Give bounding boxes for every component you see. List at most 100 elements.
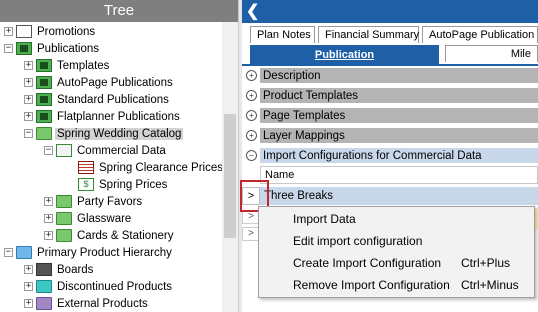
tree-node-flatplanner-publications[interactable]: + Flatplanner Publications (24, 108, 182, 125)
section-label: Page Templates (263, 109, 346, 122)
tree-node-label: Templates (57, 59, 110, 72)
expand-icon[interactable]: + (44, 197, 53, 206)
collapse-icon[interactable]: − (4, 248, 13, 257)
tree-node-promotions[interactable]: + Promotions (4, 23, 97, 40)
publication-icon (36, 76, 52, 89)
collapse-icon[interactable]: − (4, 44, 13, 53)
tab-underline (242, 64, 538, 66)
tree-node-glassware[interactable]: + Glassware (44, 210, 133, 227)
tree-node-primary-product-hierarchy[interactable]: − Primary Product Hierarchy (4, 244, 174, 261)
tab-autopage-publication[interactable]: AutoPage Publication I (422, 26, 538, 43)
expand-section-icon[interactable]: + (246, 110, 257, 121)
collapse-section-icon[interactable]: − (246, 150, 257, 161)
publication-icon (36, 93, 52, 106)
tab-financial-summary[interactable]: Financial Summary (318, 26, 419, 43)
table-row[interactable]: > Three Breaks (242, 187, 538, 205)
tab-plan-notes[interactable]: Plan Notes (250, 26, 315, 43)
section-label: Layer Mappings (263, 129, 345, 142)
menu-item-label: Edit import configuration (293, 234, 423, 248)
tree-node-autopage-publications[interactable]: + AutoPage Publications (24, 74, 175, 91)
tree-node-label: Cards & Stationery (77, 229, 174, 242)
menu-item-shortcut: Ctrl+Minus (461, 278, 519, 292)
tree-node-templates[interactable]: + Templates (24, 57, 111, 74)
tree-node-publications[interactable]: − Publications (4, 40, 101, 57)
collapse-icon[interactable]: − (44, 146, 53, 155)
expand-section-icon[interactable]: + (246, 130, 257, 141)
spreadsheet-icon (78, 161, 94, 174)
folder-icon (56, 195, 72, 208)
tab-label: AutoPage Publication I (429, 29, 538, 41)
section-description[interactable]: + Description (242, 67, 538, 84)
tree-node-label: Promotions (37, 25, 96, 38)
section-import-configurations[interactable]: − Import Configurations for Commercial D… (242, 147, 538, 164)
tree-node-label: Primary Product Hierarchy (37, 246, 172, 259)
publication-icon (36, 110, 52, 123)
section-layer-mappings[interactable]: + Layer Mappings (242, 127, 538, 144)
tree-node-spring-prices[interactable]: $ Spring Prices (78, 176, 169, 193)
folder-icon (56, 229, 72, 242)
menu-item-edit-import-configuration[interactable]: Edit import configuration (259, 230, 534, 252)
expand-icon[interactable]: + (44, 214, 53, 223)
tree-node-label: Commercial Data (77, 144, 166, 157)
tree-node-label: Party Favors (77, 195, 143, 208)
tree-panel: Tree + Promotions − Publications + Templ… (0, 0, 238, 312)
folder-icon (36, 297, 52, 310)
folder-icon (36, 280, 52, 293)
tree-node-standard-publications[interactable]: + Standard Publications (24, 91, 171, 108)
expand-section-icon[interactable]: + (246, 90, 257, 101)
tab-label: Financial Summary (325, 29, 420, 41)
context-menu: Import Data Edit import configuration Cr… (258, 206, 535, 298)
expand-icon[interactable]: + (24, 95, 33, 104)
expand-icon[interactable]: + (24, 265, 33, 274)
tab-mile[interactable]: Mile (445, 45, 538, 62)
expand-icon[interactable]: + (24, 78, 33, 87)
expand-icon[interactable]: + (24, 299, 33, 308)
expand-section-icon[interactable]: + (246, 70, 257, 81)
tree-node-label: Spring Wedding Catalog (55, 127, 184, 140)
tree-node-discontinued-products[interactable]: + Discontinued Products (24, 278, 174, 295)
tree-node-label: Discontinued Products (57, 280, 173, 293)
price-list-icon: $ (78, 178, 94, 191)
detail-header: ❮ (242, 0, 538, 23)
publication-icon (16, 42, 32, 55)
menu-item-import-data[interactable]: Import Data (259, 208, 534, 230)
expand-icon[interactable]: + (4, 27, 13, 36)
tree-title: Tree (0, 0, 238, 22)
tree-node-party-favors[interactable]: + Party Favors (44, 193, 144, 210)
section-product-templates[interactable]: + Product Templates (242, 87, 538, 104)
tab-publication[interactable]: Publication (250, 45, 439, 64)
expand-icon[interactable]: + (24, 282, 33, 291)
section-label: Import Configurations for Commercial Dat… (263, 149, 482, 162)
commercial-data-icon (56, 144, 72, 157)
tree-node-label: External Products (57, 297, 148, 310)
menu-item-label: Import Data (293, 212, 356, 226)
expand-icon[interactable]: + (44, 231, 53, 240)
column-header-name[interactable]: Name (260, 166, 538, 184)
tree-node-cards-stationery[interactable]: + Cards & Stationery (44, 227, 176, 244)
tree-node-spring-clearance-prices[interactable]: Spring Clearance Prices (78, 159, 225, 176)
menu-item-remove-import-configuration[interactable]: Remove Import Configuration Ctrl+Minus (259, 274, 534, 296)
scrollbar-thumb[interactable] (224, 114, 236, 238)
collapse-icon[interactable]: − (24, 129, 33, 138)
expand-icon[interactable]: + (24, 112, 33, 121)
tab-label: Plan Notes (257, 29, 311, 41)
back-arrow-icon[interactable]: ❮ (246, 4, 260, 20)
row-name-cell[interactable]: Three Breaks (260, 187, 538, 205)
menu-item-label: Create Import Configuration (293, 256, 442, 270)
tree-node-label: Flatplanner Publications (57, 110, 180, 123)
tree-node-label: Boards (57, 263, 94, 276)
tree-node-boards[interactable]: + Boards (24, 261, 95, 278)
tree-node-external-products[interactable]: + External Products (24, 295, 150, 312)
publication-icon (36, 59, 52, 72)
tree-node-label: Standard Publications (57, 93, 169, 106)
folder-icon (16, 246, 32, 259)
menu-item-create-import-configuration[interactable]: Create Import Configuration Ctrl+Plus (259, 252, 534, 274)
tree-node-label: Spring Clearance Prices (99, 161, 224, 174)
tree-node-commercial-data[interactable]: − Commercial Data (44, 142, 168, 159)
section-page-templates[interactable]: + Page Templates (242, 107, 538, 124)
tree-node-spring-wedding-catalog[interactable]: − Spring Wedding Catalog (24, 125, 184, 142)
section-label: Product Templates (263, 89, 359, 102)
tree-scrollbar[interactable] (222, 22, 238, 312)
tab-label: Publication (314, 49, 375, 61)
expand-icon[interactable]: + (24, 61, 33, 70)
